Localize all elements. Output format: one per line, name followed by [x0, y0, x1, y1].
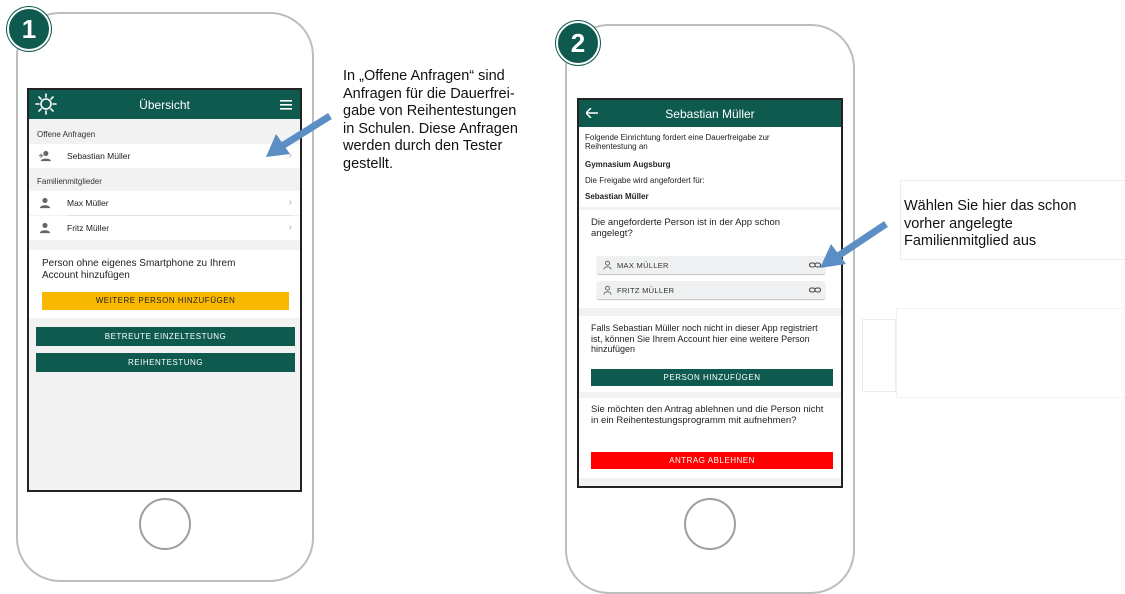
- screen-overview: Übersicht Offene Anfragen Sebastian Müll…: [27, 88, 302, 492]
- list-item-family-member[interactable]: Max Müller ›: [29, 191, 300, 215]
- callout-line: In „Offene Anfragen“ sind: [343, 68, 505, 84]
- question-existing: Die angeforderte Person ist in der App s…: [591, 217, 781, 239]
- series-test-button[interactable]: REIHENTESTUNG: [36, 353, 295, 372]
- callout-text-step1: In „Offene Anfragen“ sind Anfragen für d…: [343, 68, 518, 173]
- callout-line: Familienmitglied aus: [904, 233, 1037, 249]
- member-choice-max[interactable]: MAX MÜLLER: [597, 256, 825, 274]
- decline-card: Sie möchten den Antrag ablehnen und die …: [579, 398, 841, 478]
- person-icon: [39, 197, 51, 209]
- decline-request-button[interactable]: ANTRAG ABLEHNEN: [591, 452, 833, 469]
- home-button: [139, 498, 191, 550]
- decorative-box: [896, 308, 1125, 398]
- list-item-open-request[interactable]: Sebastian Müller ›: [29, 144, 300, 168]
- person-outline-icon: [603, 260, 612, 270]
- member-choice-fritz[interactable]: FRITZ MÜLLER: [597, 281, 825, 299]
- add-person-button[interactable]: WEITERE PERSON HINZUFÜGEN: [42, 292, 289, 310]
- not-registered-text: Falls Sebastian Müller noch nicht in die…: [591, 323, 818, 354]
- step-badge-1: 1: [7, 7, 51, 51]
- link-icon: [809, 287, 821, 293]
- institution-name: Gymnasium Augsburg: [585, 160, 671, 169]
- app-bar: Übersicht: [29, 90, 300, 119]
- member-choice-label: MAX MÜLLER: [617, 261, 669, 270]
- choose-existing-card: Die angeforderte Person ist in der App s…: [579, 210, 841, 308]
- callout-text-step2: Wählen Sie hier das schon vorher angeleg…: [904, 198, 1077, 251]
- add-new-person-card: Falls Sebastian Müller noch nicht in die…: [579, 316, 841, 392]
- request-intro: Folgende Einrichtung fordert eine Dauerf…: [585, 133, 770, 151]
- callout-line: gestellt.: [343, 155, 393, 172]
- member-choice-label: FRITZ MÜLLER: [617, 286, 675, 295]
- callout-line: gabe von Reihentestungen: [343, 103, 517, 119]
- add-person-card: Person ohne eigenes Smartphone zu Ihrem …: [29, 250, 300, 318]
- callout-line: Anfragen für die Dauerfrei-: [343, 85, 515, 102]
- requested-for-label: Die Freigabe wird angefordert für:: [585, 176, 705, 185]
- chevron-right-icon: ›: [288, 197, 292, 208]
- app-bar: Sebastian Müller: [579, 100, 841, 127]
- callout-line: vorher angelegte: [904, 215, 1013, 232]
- list-item-family-member[interactable]: Fritz Müller ›: [29, 216, 300, 240]
- request-info: Folgende Einrichtung fordert eine Dauerf…: [579, 127, 841, 207]
- step-badge-2: 2: [556, 21, 600, 65]
- family-member-name: Max Müller: [67, 198, 109, 208]
- hamburger-menu-icon[interactable]: [280, 100, 292, 110]
- open-request-name: Sebastian Müller: [67, 151, 131, 161]
- home-button: [684, 498, 736, 550]
- decorative-box: [862, 319, 896, 392]
- add-person-text: Person ohne eigenes Smartphone zu Ihrem …: [42, 258, 236, 281]
- person-icon: [39, 222, 51, 234]
- requested-person: Sebastian Müller: [585, 192, 649, 201]
- callout-line: werden durch den Tester: [343, 138, 503, 154]
- pointer-arrow-icon: [820, 221, 888, 268]
- add-person-button[interactable]: PERSON HINZUFÜGEN: [591, 369, 833, 386]
- section-label-open-requests: Offene Anfragen: [37, 130, 96, 139]
- single-test-button[interactable]: BETREUTE EINZELTESTUNG: [36, 327, 295, 346]
- family-member-name: Fritz Müller: [67, 223, 110, 233]
- callout-line: in Schulen. Diese Anfragen: [343, 120, 518, 137]
- screen-request-detail: Sebastian Müller Folgende Einrichtung fo…: [577, 98, 843, 488]
- decline-text: Sie möchten den Antrag ablehnen und die …: [591, 404, 824, 426]
- page-title: Übersicht: [139, 98, 190, 112]
- page-title: Sebastian Müller: [665, 107, 755, 121]
- callout-line: Wählen Sie hier das schon: [904, 198, 1077, 214]
- person-outline-icon: [603, 285, 612, 295]
- pointer-arrow-icon: [266, 113, 332, 157]
- person-add-icon: [39, 150, 51, 162]
- section-label-family: Familienmitglieder: [37, 177, 102, 186]
- chevron-right-icon: ›: [288, 222, 292, 233]
